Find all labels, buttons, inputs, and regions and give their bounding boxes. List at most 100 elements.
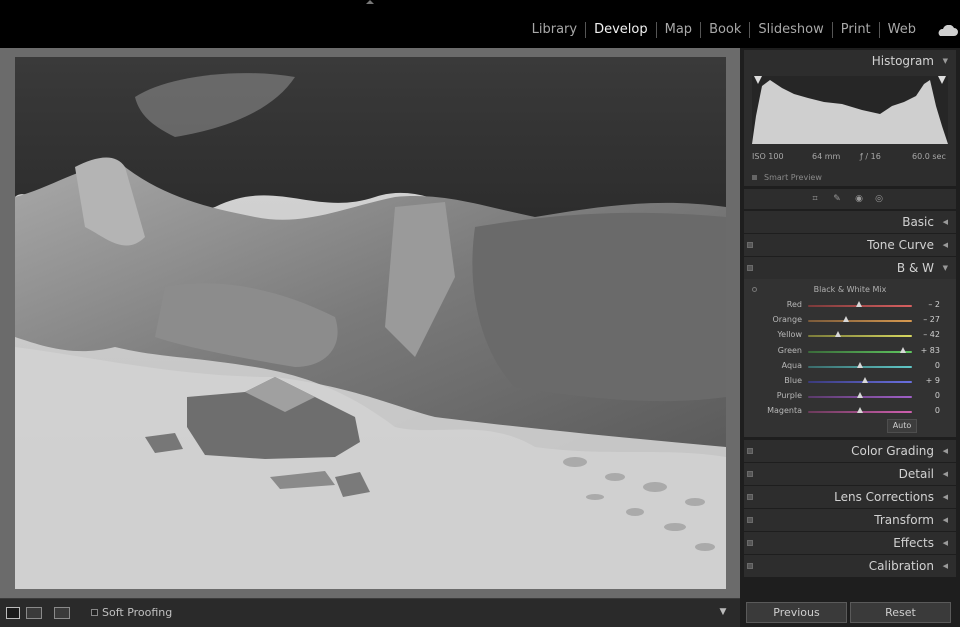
shutter-speed: 60.0 sec — [912, 152, 946, 161]
panel-toggle-switch[interactable] — [747, 517, 753, 523]
slider-purple[interactable]: Purple 0 — [744, 391, 956, 403]
module-map[interactable]: Map — [657, 20, 700, 40]
previous-button[interactable]: Previous — [746, 602, 847, 623]
healing-brush-icon[interactable]: ✎ — [832, 194, 842, 204]
smart-preview-label: Smart Preview — [764, 173, 822, 182]
panel-toggle-switch[interactable] — [747, 563, 753, 569]
module-slideshow[interactable]: Slideshow — [750, 20, 831, 40]
panel-toggle-switch[interactable] — [747, 471, 753, 477]
panel-title: Effects — [893, 536, 934, 550]
crop-icon[interactable]: ⌗ — [810, 194, 820, 204]
develop-right-panel: Histogram ▼ ISO 100 64 mm ƒ / 16 60.0 se… — [740, 48, 960, 627]
panel-calibration[interactable]: Calibration ◀ — [744, 555, 956, 577]
triangle-down-icon: ▼ — [942, 57, 948, 65]
photo-preview[interactable] — [15, 57, 726, 589]
slider-track[interactable] — [808, 320, 912, 323]
panel-title: Lens Corrections — [834, 490, 934, 504]
panel-basic[interactable]: Basic ◀ — [744, 211, 956, 233]
slider-green[interactable]: Green + 83 — [744, 346, 956, 358]
module-library[interactable]: Library — [524, 20, 585, 40]
slider-label: Yellow — [777, 330, 802, 340]
module-book[interactable]: Book — [701, 20, 749, 40]
slider-thumb[interactable] — [900, 346, 907, 353]
slider-label: Purple — [776, 391, 802, 401]
bottom-toolbar: Soft Proofing ▼ — [0, 598, 740, 627]
panel-toggle-switch[interactable] — [747, 448, 753, 454]
module-web[interactable]: Web — [880, 20, 924, 40]
chevron-down-icon[interactable]: ▼ — [716, 605, 730, 619]
slider-label: Magenta — [767, 406, 802, 416]
slider-red[interactable]: Red – 2 — [744, 300, 956, 312]
iso-value: ISO 100 — [752, 152, 784, 161]
slider-track[interactable] — [808, 350, 912, 353]
panel-tone-curve[interactable]: Tone Curve ◀ — [744, 234, 956, 256]
soft-proofing-label: Soft Proofing — [102, 606, 173, 619]
panel-toggle-switch[interactable] — [747, 242, 753, 248]
yy-compare-icon[interactable] — [54, 607, 70, 619]
slider-value[interactable]: 0 — [935, 391, 940, 400]
panel-bw[interactable]: B & W ▼ — [744, 257, 956, 279]
slider-thumb[interactable] — [835, 331, 842, 338]
triangle-left-icon: ◀ — [942, 218, 948, 226]
slider-track[interactable] — [808, 381, 912, 383]
masking-icon[interactable]: ◎ — [874, 194, 884, 204]
panel-title: B & W — [896, 261, 934, 275]
histogram-header[interactable]: Histogram ▼ — [744, 50, 956, 72]
slider-thumb[interactable] — [857, 361, 863, 368]
slider-value[interactable]: – 42 — [923, 330, 940, 339]
slider-value[interactable]: – 2 — [928, 300, 940, 309]
slider-blue[interactable]: Blue + 9 — [744, 376, 956, 388]
slider-thumb[interactable] — [857, 392, 863, 399]
panel-transform[interactable]: Transform ◀ — [744, 509, 956, 531]
slider-value[interactable]: – 27 — [923, 315, 940, 324]
slider-track[interactable] — [808, 335, 912, 338]
triangle-left-icon: ◀ — [942, 493, 948, 501]
image-canvas — [0, 48, 740, 598]
focal-length: 64 mm — [812, 152, 841, 161]
panel-toggle-switch[interactable] — [747, 540, 753, 546]
red-eye-icon[interactable]: ◉ — [854, 194, 864, 204]
tool-strip: ⌗ ✎ ◉ ◎ — [744, 189, 956, 209]
slider-value[interactable]: + 83 — [921, 346, 940, 355]
slider-value[interactable]: + 9 — [926, 376, 940, 385]
panel-title: Tone Curve — [867, 238, 934, 252]
histogram-graph[interactable] — [752, 76, 948, 144]
cloud-icon[interactable] — [936, 25, 958, 37]
module-print[interactable]: Print — [833, 20, 879, 40]
slider-value[interactable]: 0 — [935, 361, 940, 370]
before-after-icon[interactable] — [26, 607, 42, 619]
triangle-left-icon: ◀ — [942, 562, 948, 570]
panel-detail[interactable]: Detail ◀ — [744, 463, 956, 485]
slider-label: Green — [777, 345, 802, 355]
module-picker: Library Develop Map Book Slideshow Print… — [524, 20, 924, 40]
reset-button[interactable]: Reset — [850, 602, 951, 623]
collapse-arrow-icon[interactable] — [366, 0, 374, 4]
slider-magenta[interactable]: Magenta 0 — [744, 406, 956, 418]
triangle-left-icon: ◀ — [942, 447, 948, 455]
panel-color-grading[interactable]: Color Grading ◀ — [744, 440, 956, 462]
panel-toggle-switch[interactable] — [747, 265, 753, 271]
slider-value[interactable]: 0 — [935, 406, 940, 415]
module-develop[interactable]: Develop — [586, 20, 656, 40]
bw-mix-panel: Black & White Mix Red – 2 Orange – 27 Yellow… — [744, 279, 956, 437]
triangle-left-icon: ◀ — [942, 539, 948, 547]
triangle-left-icon: ◀ — [942, 241, 948, 249]
slider-thumb[interactable] — [855, 301, 862, 307]
auto-button[interactable]: Auto — [887, 419, 917, 433]
panel-title: Detail — [898, 467, 934, 481]
soft-proofing-checkbox[interactable] — [91, 609, 98, 616]
panel-end-buttons: Previous Reset — [744, 602, 956, 624]
smart-preview-icon — [752, 175, 757, 180]
panel-effects[interactable]: Effects ◀ — [744, 532, 956, 554]
slider-thumb[interactable] — [861, 377, 868, 383]
panel-lens-corrections[interactable]: Lens Corrections ◀ — [744, 486, 956, 508]
bw-mix-title: Black & White Mix — [813, 285, 887, 294]
slider-thumb[interactable] — [857, 407, 863, 414]
panel-toggle-switch[interactable] — [747, 494, 753, 500]
slider-aqua[interactable]: Aqua 0 — [744, 361, 956, 373]
slider-yellow[interactable]: Yellow – 42 — [744, 330, 956, 342]
histogram-panel: ISO 100 64 mm ƒ / 16 60.0 sec Smart Prev… — [744, 70, 956, 186]
slider-thumb[interactable] — [842, 316, 849, 323]
loupe-view-icon[interactable] — [6, 607, 20, 619]
slider-orange[interactable]: Orange – 27 — [744, 315, 956, 327]
